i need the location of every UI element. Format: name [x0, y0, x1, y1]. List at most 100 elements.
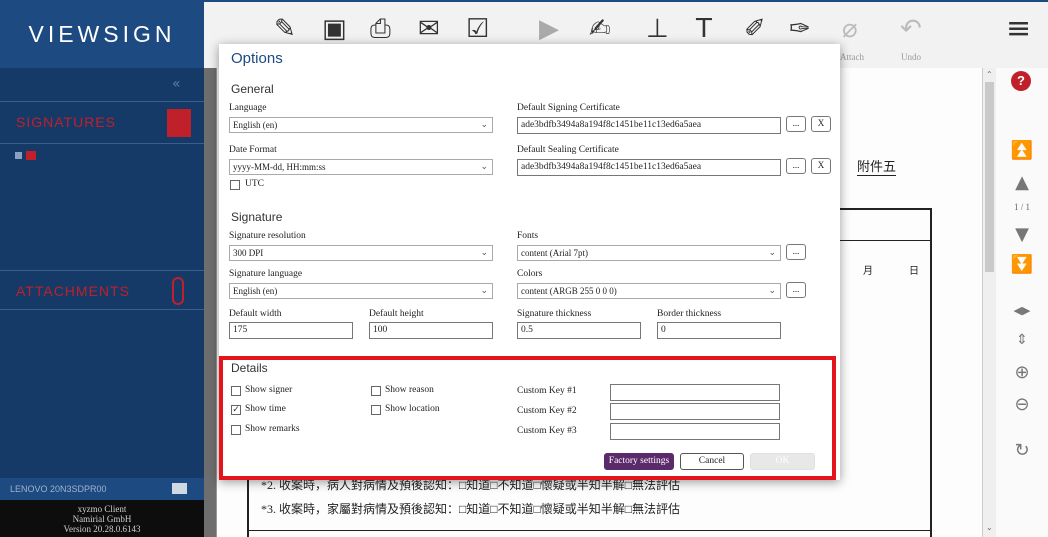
sealing-cert-clear-button[interactable]: X — [811, 158, 831, 174]
undo-icon[interactable]: ↶ — [900, 12, 922, 46]
language-label: Language — [229, 103, 267, 113]
signing-cert-browse-button[interactable]: ... — [786, 116, 806, 132]
mail-send-icon[interactable]: ☑ — [466, 12, 489, 46]
thickness-field[interactable]: 0.5 — [517, 322, 641, 339]
colors-select[interactable]: content (ARGB 255 0 0 0) ⌄ — [517, 283, 781, 299]
sig-language-label: Signature language — [229, 269, 303, 279]
device-name: LENOVO 20N3SDPR00 — [10, 484, 107, 494]
company-name: Namirial GmbH — [72, 514, 132, 524]
doc-day: 日 — [909, 266, 919, 277]
doc-table-line — [837, 240, 932, 241]
resolution-select[interactable]: 300 DPI ⌄ — [229, 245, 493, 261]
scroll-up-icon[interactable]: ⌃ — [986, 70, 993, 79]
doc-month: 月 — [863, 266, 873, 277]
border-field[interactable]: 0 — [657, 322, 781, 339]
chevron-down-icon: ⌄ — [480, 162, 488, 172]
scroll-thumb[interactable] — [985, 82, 994, 272]
fonts-browse-button[interactable]: ... — [786, 244, 806, 260]
version-number: Version 20.28.0.6143 — [63, 524, 141, 534]
chevron-down-icon: ⌄ — [480, 286, 488, 296]
height-field[interactable]: 100 — [369, 322, 493, 339]
chevron-down-icon: ⌄ — [768, 248, 776, 258]
first-page-icon[interactable]: ⏫ — [1004, 140, 1040, 161]
save-icon[interactable]: ▣ — [322, 12, 347, 46]
fonts-select[interactable]: content (Arial 7pt) ⌄ — [517, 245, 781, 261]
sidebar-collapse-row: « — [0, 68, 204, 102]
doc-line-4 — [247, 530, 932, 531]
attachments-title: ATTACHMENTS — [16, 283, 130, 299]
zoom-out-icon[interactable]: ⊖ — [1004, 394, 1040, 415]
signing-cert-field[interactable]: ade3bdfb3494a8a194f8c1451be11c13ed6a5aea — [517, 117, 781, 134]
fonts-label: Fonts — [517, 231, 539, 241]
fit-height-icon[interactable]: ⇕ — [1004, 332, 1040, 348]
resolution-label: Signature resolution — [229, 231, 306, 241]
prev-page-icon[interactable]: ▲ — [1004, 172, 1040, 193]
sig-language-select[interactable]: English (en) ⌄ — [229, 283, 493, 299]
page-navigation-panel: ? ⏫ ▲ 1 / 1 ▼ ⏬ ◀▶ ⇕ ⊕ ⊖ ↻ — [996, 68, 1048, 537]
vertical-scrollbar[interactable]: ⌃ ⌄ — [982, 68, 996, 537]
sealing-cert-browse-button[interactable]: ... — [786, 158, 806, 174]
details-highlight-box — [219, 356, 836, 480]
chevron-down-icon: ⌄ — [480, 120, 488, 130]
collapse-sidebar-icon[interactable]: « — [172, 76, 181, 92]
signing-cert-clear-button[interactable]: X — [811, 116, 831, 132]
client-name: xyzmo Client — [77, 504, 127, 514]
print-icon[interactable]: ⎙ — [370, 12, 391, 46]
attachments-section-header[interactable]: ATTACHMENTS — [0, 270, 204, 310]
device-bar: LENOVO 20N3SDPR00 — [0, 478, 204, 500]
language-select[interactable]: English (en) ⌄ — [229, 117, 493, 133]
next-page-icon[interactable]: ▼ — [1004, 224, 1040, 245]
thickness-label: Signature thickness — [517, 309, 592, 319]
doc-header-label: 附件五 — [857, 156, 897, 176]
next-field-icon[interactable]: ▶ — [539, 12, 559, 46]
attach-icon[interactable]: ⌀ — [842, 12, 858, 46]
attach-label: Attach — [840, 52, 864, 62]
border-label: Border thickness — [657, 309, 722, 319]
chevron-down-icon: ⌄ — [480, 248, 488, 258]
sidebar: VIEWSIGN « SIGNATURES ATTACHMENTS LENOVO… — [0, 0, 204, 537]
sealing-cert-label: Default Sealing Certificate — [517, 145, 619, 155]
width-field[interactable]: 175 — [229, 322, 353, 339]
date-format-select[interactable]: yyyy-MM-dd, HH:mm:ss ⌄ — [229, 159, 493, 175]
signature-tree-item[interactable] — [15, 151, 39, 161]
pen-icon[interactable]: ✐ — [744, 12, 766, 46]
last-page-icon[interactable]: ⏬ — [1004, 254, 1040, 275]
signature-heading: Signature — [231, 210, 283, 224]
device-icon[interactable] — [172, 483, 187, 494]
colors-label: Colors — [517, 269, 543, 279]
sealing-cert-field[interactable]: ade3bdfb3494a8a194f8c1451be11c13ed6a5aea — [517, 159, 781, 176]
app-logo: VIEWSIGN — [0, 0, 204, 68]
undo-label: Undo — [901, 52, 921, 62]
paperclip-icon[interactable] — [172, 277, 184, 305]
version-info: xyzmo Client Namirial GmbH Version 20.28… — [0, 500, 204, 537]
signing-cert-label: Default Signing Certificate — [517, 103, 620, 113]
dialog-title: Options — [231, 50, 283, 67]
chevron-down-icon: ⌄ — [768, 286, 776, 296]
help-icon[interactable]: ? — [1011, 71, 1031, 91]
expand-icon[interactable] — [15, 152, 22, 159]
eraser-icon[interactable]: ✑ — [789, 12, 811, 46]
rotate-icon[interactable]: ↻ — [1004, 440, 1040, 461]
height-label: Default height — [369, 309, 424, 319]
seal-stamp-icon[interactable]: ⊥ — [646, 12, 669, 46]
scroll-down-icon[interactable]: ⌄ — [986, 523, 993, 532]
signatures-title: SIGNATURES — [16, 114, 116, 130]
stamp-icon[interactable]: ✎ — [274, 12, 296, 46]
menu-icon[interactable]: ≡ — [1006, 12, 1031, 46]
utc-label: UTC — [245, 179, 264, 189]
sign-pen-icon[interactable]: ✍ — [589, 12, 611, 46]
utc-checkbox[interactable] — [230, 180, 240, 190]
colors-browse-button[interactable]: ... — [786, 282, 806, 298]
fit-width-icon[interactable]: ◀▶ — [1004, 304, 1040, 317]
signatures-section-header[interactable]: SIGNATURES — [0, 102, 204, 144]
width-label: Default width — [229, 309, 282, 319]
signature-field-icon — [26, 151, 36, 160]
date-format-label: Date Format — [229, 145, 277, 155]
zoom-in-icon[interactable]: ⊕ — [1004, 362, 1040, 383]
general-heading: General — [231, 82, 274, 96]
mail-icon[interactable]: ✉ — [418, 12, 440, 46]
text-icon[interactable]: T — [696, 12, 712, 46]
doc-line-3: *3. 收案時，家屬對病情及預後認知：□知道□不知道□懷疑或半知半解□無法評估 — [261, 502, 680, 516]
page-indicator: 1 / 1 — [1013, 202, 1030, 212]
signature-pen-icon[interactable] — [167, 109, 191, 137]
